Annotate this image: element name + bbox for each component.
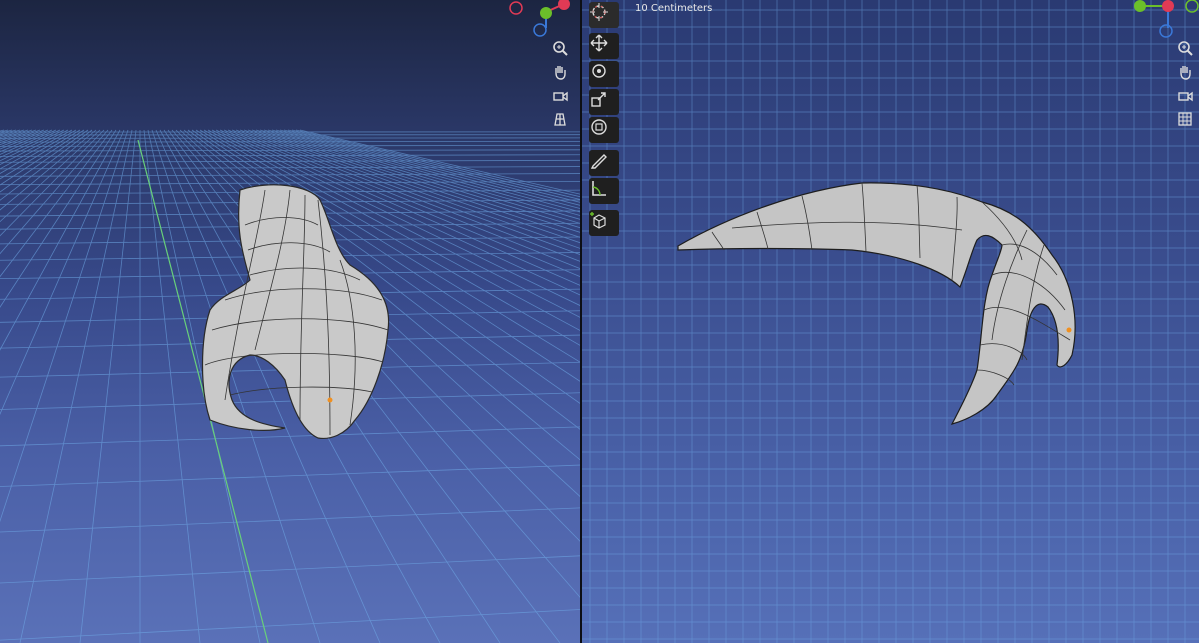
transform-icon [591, 119, 607, 135]
zoom-icon-right[interactable] [1177, 40, 1199, 62]
horn-mesh-object[interactable] [677, 182, 1076, 425]
perspective-grid [0, 129, 580, 643]
navigation-gizmo-right[interactable] [1132, 0, 1199, 40]
add-cube-icon [590, 212, 606, 229]
move-icon [590, 34, 608, 52]
neg-z-axis-icon[interactable] [533, 23, 547, 37]
scale-icon [591, 92, 606, 107]
x-axis-icon[interactable] [558, 0, 570, 10]
neg-y-axis-icon-right[interactable] [1185, 0, 1199, 13]
measure-tool[interactable] [589, 178, 619, 204]
y-axis-icon-right[interactable] [1134, 0, 1146, 12]
navigation-gizmo-left[interactable] [500, 0, 580, 40]
grid-icon[interactable] [552, 111, 574, 133]
add-cube-tool[interactable] [589, 210, 619, 236]
zoom-icon[interactable] [552, 40, 574, 62]
camera-icon-right[interactable] [1177, 88, 1199, 110]
perspective-viewport[interactable] [0, 0, 580, 643]
annotate-tool[interactable] [589, 150, 619, 176]
origin-dot [327, 397, 333, 403]
camera-icon[interactable] [552, 88, 574, 110]
neg-x-axis-icon[interactable] [509, 1, 523, 15]
scale-label: 10 Centimeters [635, 3, 713, 14]
ortho-grid [582, 0, 1199, 643]
cursor-icon [590, 3, 608, 21]
annotate-icon [590, 154, 607, 169]
hood-mesh-object[interactable] [201, 184, 390, 440]
ortho-grid-icon[interactable] [1177, 111, 1199, 133]
orthographic-viewport[interactable] [582, 0, 1199, 643]
move-tool[interactable] [589, 33, 619, 59]
rotate-tool[interactable] [589, 61, 619, 87]
cursor-tool[interactable] [589, 2, 619, 28]
y-axis-icon[interactable] [540, 7, 552, 19]
x-axis-icon-right[interactable] [1162, 0, 1174, 12]
measure-icon [592, 181, 606, 196]
neg-z-axis-icon-right[interactable] [1159, 24, 1173, 38]
scale-tool[interactable] [589, 89, 619, 115]
transform-tool[interactable] [589, 117, 619, 143]
rotate-icon [592, 64, 606, 78]
origin-dot-right [1066, 327, 1072, 333]
pan-hand-icon[interactable] [552, 64, 574, 86]
pan-hand-icon-right[interactable] [1177, 64, 1199, 86]
